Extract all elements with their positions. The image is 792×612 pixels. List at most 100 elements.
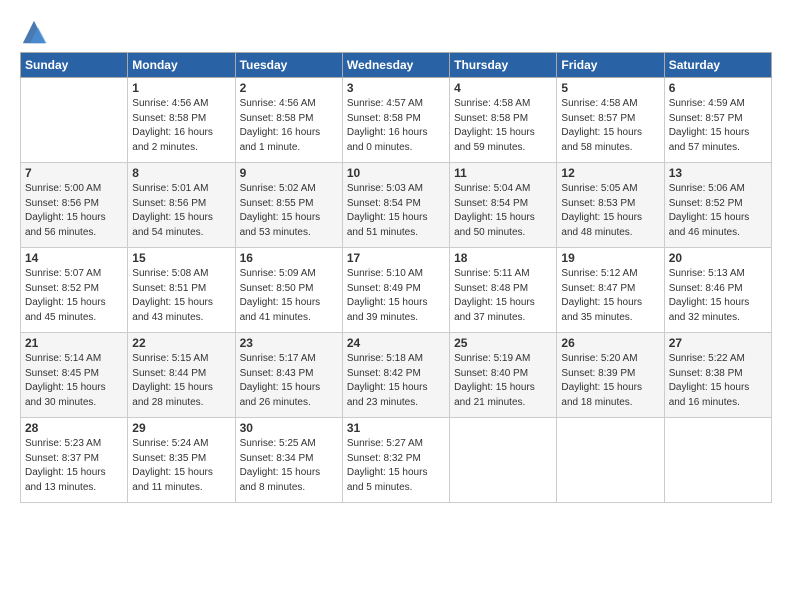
sunset: Sunset: 8:56 PM [132,197,230,212]
day-number: 31 [347,421,445,435]
daylight: Daylight: 15 hours and 45 minutes. [25,296,123,325]
sunrise: Sunrise: 5:01 AM [132,182,230,197]
daylight: Daylight: 15 hours and 59 minutes. [454,126,552,155]
day-number: 14 [25,251,123,265]
sunrise: Sunrise: 5:04 AM [454,182,552,197]
calendar-week-row: 1 Sunrise: 4:56 AM Sunset: 8:58 PM Dayli… [21,78,772,163]
sunset: Sunset: 8:57 PM [561,112,659,127]
calendar-cell: 20 Sunrise: 5:13 AM Sunset: 8:46 PM Dayl… [664,248,771,333]
weekday-header-monday: Monday [128,53,235,78]
sunset: Sunset: 8:54 PM [454,197,552,212]
weekday-header-thursday: Thursday [450,53,557,78]
day-info: Sunrise: 5:22 AM Sunset: 8:38 PM Dayligh… [669,352,767,410]
day-number: 15 [132,251,230,265]
sunset: Sunset: 8:50 PM [240,282,338,297]
day-number: 23 [240,336,338,350]
day-number: 18 [454,251,552,265]
calendar-cell: 27 Sunrise: 5:22 AM Sunset: 8:38 PM Dayl… [664,333,771,418]
sunset: Sunset: 8:54 PM [347,197,445,212]
sunset: Sunset: 8:44 PM [132,367,230,382]
sunrise: Sunrise: 5:14 AM [25,352,123,367]
weekday-header-saturday: Saturday [664,53,771,78]
weekday-header-row: SundayMondayTuesdayWednesdayThursdayFrid… [21,53,772,78]
sunrise: Sunrise: 5:23 AM [25,437,123,452]
day-info: Sunrise: 5:01 AM Sunset: 8:56 PM Dayligh… [132,182,230,240]
day-number: 1 [132,81,230,95]
page: SundayMondayTuesdayWednesdayThursdayFrid… [0,0,792,612]
sunrise: Sunrise: 5:09 AM [240,267,338,282]
day-info: Sunrise: 5:27 AM Sunset: 8:32 PM Dayligh… [347,437,445,495]
daylight: Daylight: 15 hours and 16 minutes. [669,381,767,410]
day-number: 26 [561,336,659,350]
day-number: 30 [240,421,338,435]
sunrise: Sunrise: 5:15 AM [132,352,230,367]
day-info: Sunrise: 5:12 AM Sunset: 8:47 PM Dayligh… [561,267,659,325]
day-info: Sunrise: 5:13 AM Sunset: 8:46 PM Dayligh… [669,267,767,325]
sunset: Sunset: 8:58 PM [454,112,552,127]
daylight: Daylight: 15 hours and 23 minutes. [347,381,445,410]
calendar-cell: 9 Sunrise: 5:02 AM Sunset: 8:55 PM Dayli… [235,163,342,248]
sunrise: Sunrise: 5:20 AM [561,352,659,367]
sunrise: Sunrise: 4:58 AM [561,97,659,112]
daylight: Daylight: 15 hours and 28 minutes. [132,381,230,410]
calendar-cell [557,418,664,503]
daylight: Daylight: 15 hours and 53 minutes. [240,211,338,240]
daylight: Daylight: 15 hours and 48 minutes. [561,211,659,240]
sunset: Sunset: 8:42 PM [347,367,445,382]
daylight: Daylight: 15 hours and 46 minutes. [669,211,767,240]
calendar-cell: 26 Sunrise: 5:20 AM Sunset: 8:39 PM Dayl… [557,333,664,418]
sunrise: Sunrise: 4:58 AM [454,97,552,112]
sunrise: Sunrise: 5:17 AM [240,352,338,367]
day-info: Sunrise: 5:18 AM Sunset: 8:42 PM Dayligh… [347,352,445,410]
day-number: 20 [669,251,767,265]
logo-icon [20,18,48,46]
day-info: Sunrise: 4:58 AM Sunset: 8:57 PM Dayligh… [561,97,659,155]
day-info: Sunrise: 5:19 AM Sunset: 8:40 PM Dayligh… [454,352,552,410]
daylight: Daylight: 16 hours and 0 minutes. [347,126,445,155]
day-info: Sunrise: 5:05 AM Sunset: 8:53 PM Dayligh… [561,182,659,240]
calendar-cell: 21 Sunrise: 5:14 AM Sunset: 8:45 PM Dayl… [21,333,128,418]
calendar-week-row: 7 Sunrise: 5:00 AM Sunset: 8:56 PM Dayli… [21,163,772,248]
sunset: Sunset: 8:55 PM [240,197,338,212]
day-number: 13 [669,166,767,180]
day-info: Sunrise: 5:06 AM Sunset: 8:52 PM Dayligh… [669,182,767,240]
sunrise: Sunrise: 5:03 AM [347,182,445,197]
sunset: Sunset: 8:57 PM [669,112,767,127]
daylight: Daylight: 15 hours and 18 minutes. [561,381,659,410]
calendar-cell: 23 Sunrise: 5:17 AM Sunset: 8:43 PM Dayl… [235,333,342,418]
day-number: 22 [132,336,230,350]
day-info: Sunrise: 5:08 AM Sunset: 8:51 PM Dayligh… [132,267,230,325]
calendar-cell [450,418,557,503]
calendar-cell: 22 Sunrise: 5:15 AM Sunset: 8:44 PM Dayl… [128,333,235,418]
day-info: Sunrise: 4:57 AM Sunset: 8:58 PM Dayligh… [347,97,445,155]
day-info: Sunrise: 5:17 AM Sunset: 8:43 PM Dayligh… [240,352,338,410]
sunrise: Sunrise: 5:25 AM [240,437,338,452]
day-info: Sunrise: 5:14 AM Sunset: 8:45 PM Dayligh… [25,352,123,410]
day-info: Sunrise: 5:23 AM Sunset: 8:37 PM Dayligh… [25,437,123,495]
day-number: 9 [240,166,338,180]
daylight: Daylight: 15 hours and 8 minutes. [240,466,338,495]
sunrise: Sunrise: 5:19 AM [454,352,552,367]
daylight: Daylight: 15 hours and 5 minutes. [347,466,445,495]
sunset: Sunset: 8:49 PM [347,282,445,297]
sunset: Sunset: 8:32 PM [347,452,445,467]
day-info: Sunrise: 5:04 AM Sunset: 8:54 PM Dayligh… [454,182,552,240]
daylight: Daylight: 15 hours and 41 minutes. [240,296,338,325]
calendar-cell: 25 Sunrise: 5:19 AM Sunset: 8:40 PM Dayl… [450,333,557,418]
calendar-cell: 30 Sunrise: 5:25 AM Sunset: 8:34 PM Dayl… [235,418,342,503]
sunrise: Sunrise: 4:56 AM [132,97,230,112]
calendar-cell: 15 Sunrise: 5:08 AM Sunset: 8:51 PM Dayl… [128,248,235,333]
sunset: Sunset: 8:48 PM [454,282,552,297]
sunset: Sunset: 8:47 PM [561,282,659,297]
sunrise: Sunrise: 5:11 AM [454,267,552,282]
sunrise: Sunrise: 4:59 AM [669,97,767,112]
sunrise: Sunrise: 5:27 AM [347,437,445,452]
sunrise: Sunrise: 5:06 AM [669,182,767,197]
sunrise: Sunrise: 5:02 AM [240,182,338,197]
sunset: Sunset: 8:58 PM [347,112,445,127]
daylight: Daylight: 15 hours and 11 minutes. [132,466,230,495]
calendar-cell: 5 Sunrise: 4:58 AM Sunset: 8:57 PM Dayli… [557,78,664,163]
daylight: Daylight: 15 hours and 32 minutes. [669,296,767,325]
day-number: 6 [669,81,767,95]
daylight: Daylight: 15 hours and 50 minutes. [454,211,552,240]
